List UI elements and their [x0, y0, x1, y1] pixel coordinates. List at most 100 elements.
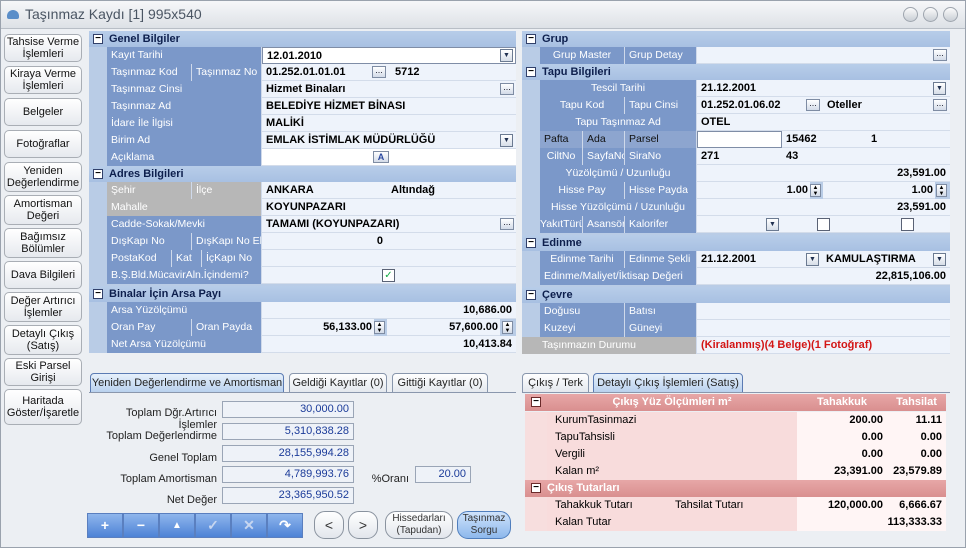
sidebar-item-detayli-cikis[interactable]: Detaylı Çıkış (Satış) [4, 325, 82, 355]
edinme-section-header[interactable]: − Edinme [522, 235, 950, 251]
ada-field[interactable]: 15462 [782, 131, 867, 148]
tahakkuk-tutar-value[interactable]: 120,000.00 [797, 497, 887, 514]
edinme-sekli-field[interactable]: KAMULAŞTIRMA [822, 251, 932, 268]
tab-detayli-cikis[interactable]: Detaylı Çıkış İşlemleri (Satış) [593, 373, 743, 393]
sidebar-item-haritada-goster[interactable]: Haritada Göster/İşaretle [4, 389, 82, 425]
tasinmaz-no-value[interactable]: 5712 [391, 64, 511, 81]
chevron-down-icon[interactable]: ▼ [766, 218, 779, 231]
remove-button[interactable]: − [123, 513, 159, 538]
cilt-field[interactable]: 271 [697, 148, 782, 165]
ilce-field[interactable]: Altındağ [387, 182, 516, 199]
guney-field[interactable] [823, 320, 950, 337]
add-button[interactable]: + [87, 513, 123, 538]
asansor-checkbox[interactable] [817, 218, 830, 231]
cevre-section-header[interactable]: − Çevre [522, 287, 950, 303]
grup-field[interactable] [697, 47, 950, 64]
net-arsa-field[interactable]: 10,413.84 [262, 336, 516, 353]
ellipsis-icon[interactable]: ... [500, 218, 514, 230]
sidebar-item-fotograflar[interactable]: Fotoğraflar [4, 130, 82, 158]
chevron-down-icon[interactable]: ▼ [806, 253, 819, 266]
cancel-button[interactable]: ✕ [231, 513, 267, 538]
collapse-icon[interactable]: − [526, 67, 536, 77]
up-button[interactable]: ▲ [159, 513, 195, 538]
ellipsis-icon[interactable]: ... [806, 99, 820, 111]
grup-section-header[interactable]: − Grup [522, 31, 950, 47]
tapu-section-header[interactable]: − Tapu Bilgileri [522, 64, 950, 80]
kat-field[interactable] [372, 250, 437, 267]
kalorifer-checkbox[interactable] [901, 218, 914, 231]
tasinmaz-ad-field[interactable]: BELEDİYE HİZMET BİNASI [262, 98, 516, 115]
cikis-row-tahsilat[interactable]: 0.00 [887, 446, 946, 463]
cikis-row-tahakkuk[interactable]: 0.00 [797, 446, 887, 463]
kalan-tutar-value[interactable]: 113,333.33 [797, 514, 946, 531]
collapse-icon[interactable]: − [93, 169, 103, 179]
hisse-pay-field[interactable]: 1.00 [697, 182, 810, 199]
tab-gittigi-kayitlar[interactable]: Gittiği Kayıtlar (0) [392, 373, 488, 393]
sidebar-item-kiraya-verme[interactable]: Kiraya Verme İşlemleri [4, 66, 82, 94]
genel-section-header[interactable]: − Genel Bilgiler [89, 31, 516, 47]
tapu-ad-field[interactable]: OTEL [697, 114, 950, 131]
next-button[interactable]: > [348, 511, 378, 539]
chevron-down-icon[interactable]: ▼ [933, 82, 946, 95]
collapse-icon[interactable]: − [93, 34, 103, 44]
aciklama-field[interactable] [262, 149, 516, 166]
cikis-tutar-header[interactable]: − Çıkış Tutarları [525, 480, 946, 497]
tahsilat-tutar-value[interactable]: 6,666.67 [887, 497, 946, 514]
adres-section-header[interactable]: − Adres Bilgileri [89, 166, 516, 182]
ellipsis-icon[interactable]: ... [500, 83, 514, 95]
toplam-amortisman-value[interactable]: 4,789,993.76 [222, 466, 354, 483]
yuzolcumu-field[interactable]: 23,591.00 [697, 165, 950, 182]
chevron-down-icon[interactable]: ▼ [500, 49, 513, 62]
prev-button[interactable]: < [314, 511, 344, 539]
postakod-field[interactable] [262, 250, 372, 267]
maximize-button[interactable] [923, 7, 938, 22]
parsel-field[interactable]: 1 [867, 131, 950, 148]
cikis-row-tahakkuk[interactable]: 23,391.00 [797, 463, 887, 480]
sidebar-item-belgeler[interactable]: Belgeler [4, 98, 82, 126]
collapse-icon[interactable]: − [526, 238, 536, 248]
chevron-down-icon[interactable]: ▼ [933, 253, 946, 266]
cikis-yuz-header[interactable]: − Çıkış Yüz Ölçümleri m² Tahakkuk Tahsil… [525, 394, 946, 411]
oran-value[interactable]: 20.00 [415, 466, 471, 483]
sidebar-item-yeniden-degerlendirme[interactable]: Yeniden Değerlendirme [4, 162, 82, 192]
cadde-field[interactable]: TAMAMI (KOYUNPAZARI) [262, 216, 516, 233]
hisse-yuz-field[interactable]: 23,591.00 [697, 199, 950, 216]
net-deger-value[interactable]: 23,365,950.52 [222, 487, 354, 504]
tapu-cinsi-field[interactable]: Oteller [823, 97, 923, 114]
tab-degerlendirme-amortisman[interactable]: Yeniden Değerlendirme ve Amortisman [90, 373, 284, 393]
tasinmaz-cinsi-field[interactable]: Hizmet Binaları [262, 81, 516, 98]
collapse-icon[interactable]: − [526, 290, 536, 300]
sidebar-item-tahsise-verme[interactable]: Tahsise Verme İşlemleri [4, 34, 82, 62]
ickapi-field[interactable] [437, 250, 516, 267]
pafta-field[interactable] [697, 131, 782, 148]
collapse-icon[interactable]: − [526, 34, 536, 44]
cikis-row-tahsilat[interactable]: 11.11 [887, 412, 946, 429]
hisse-payda-field[interactable]: 1.00 [823, 182, 935, 199]
mahalle-field[interactable]: KOYUNPAZARI [262, 199, 516, 216]
ellipsis-icon[interactable]: ... [933, 99, 947, 111]
close-button[interactable] [943, 7, 958, 22]
ellipsis-icon[interactable]: ... [933, 49, 947, 61]
confirm-button[interactable]: ✓ [195, 513, 231, 538]
spin-icon[interactable]: ▲ ▼ [374, 321, 385, 334]
arsa-yuz-field[interactable]: 10,686.00 [262, 302, 516, 319]
spin-icon[interactable]: ▲ ▼ [936, 184, 947, 197]
sayfa-field[interactable]: 43 [782, 148, 867, 165]
sidebar-item-bagimsiz-bolumler[interactable]: Bağımsız Bölümler [4, 228, 82, 258]
sidebar-item-deger-artirici[interactable]: Değer Artırıcı İşlemler [4, 292, 82, 322]
refresh-button[interactable]: ↷ [267, 513, 303, 538]
genel-toplam-value[interactable]: 28,155,994.28 [222, 445, 354, 462]
cikis-row-tahsilat[interactable]: 0.00 [887, 429, 946, 446]
diskapi-ek-field[interactable] [387, 233, 516, 250]
kayit-tarihi-field[interactable]: 12.01.2010 [262, 47, 516, 64]
birim-ad-field[interactable]: EMLAK İSTİMLAK MÜDÜRLÜĞÜ [262, 132, 516, 149]
chevron-down-icon[interactable]: ▼ [500, 134, 513, 147]
toplam-degerlendirme-value[interactable]: 5,310,838.28 [222, 423, 354, 440]
tab-cikis-terk[interactable]: Çıkış / Terk [522, 373, 589, 393]
dogu-field[interactable] [697, 303, 823, 320]
maliyet-field[interactable]: 22,815,106.00 [697, 268, 950, 285]
cikis-row-tahsilat[interactable]: 23,579.89 [887, 463, 946, 480]
hissedarlari-button[interactable]: Hissedarları (Tapudan) [385, 511, 453, 539]
oran-payda-field[interactable]: 57,600.00 [387, 319, 500, 336]
idare-field[interactable]: MALİKİ [262, 115, 516, 132]
